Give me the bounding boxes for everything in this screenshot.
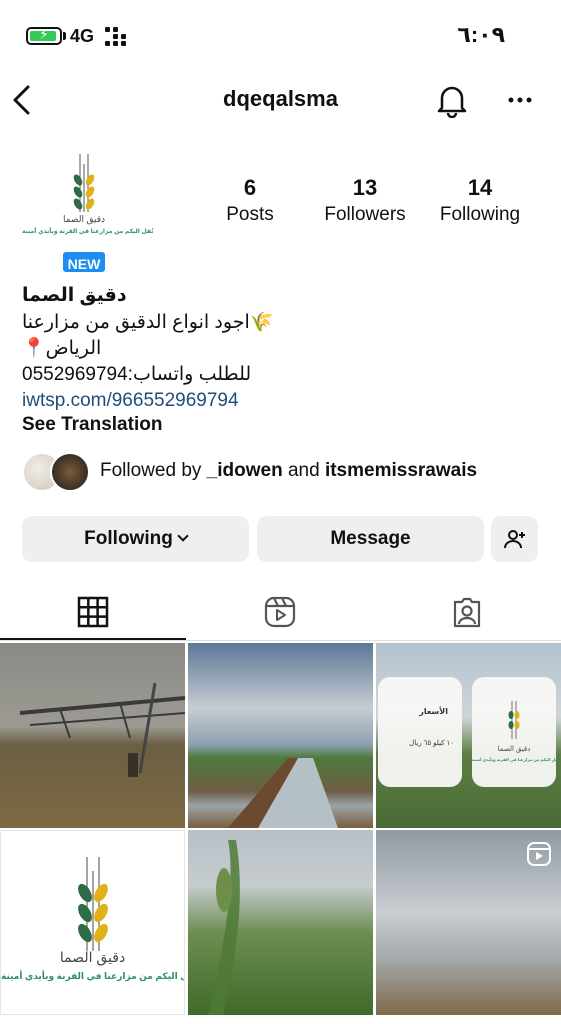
followed-by-text[interactable]: Followed by _idowen and itsmemissrawais — [100, 460, 477, 482]
followed-by-prefix: Followed by — [100, 460, 207, 481]
tab-tagged[interactable] — [374, 584, 561, 642]
bio-line: 📍الرياض — [22, 338, 102, 359]
following-button-label: Following — [84, 528, 173, 549]
stat-followers-label: Followers — [324, 204, 406, 225]
clock: ٦:٠٩ — [457, 22, 505, 47]
post-thumbnail[interactable]: دقيق الصما نُقل اليكم من مزارعنا في القر… — [0, 830, 185, 1015]
card-logo-text: دقيق الصما — [497, 746, 531, 753]
post-thumbnail[interactable] — [376, 830, 561, 1015]
followed-by-avatars[interactable] — [22, 452, 92, 492]
stat-posts-value: 6 — [243, 175, 257, 200]
bell-icon[interactable] — [434, 82, 470, 118]
chevron-down-icon — [177, 530, 189, 542]
followed-by-user[interactable]: itsmemissrawais — [325, 460, 477, 481]
display-name: دقيق الصما — [22, 285, 127, 306]
grid-icon — [77, 596, 109, 628]
divider — [0, 640, 561, 641]
tagged-person-icon — [453, 597, 481, 628]
post-thumbnail[interactable] — [188, 643, 373, 828]
stat-following[interactable]: 14 Following — [425, 174, 535, 228]
status-bar: ⚡ 4G ٦:٠٩ — [0, 0, 561, 70]
see-translation-link[interactable]: See Translation — [22, 414, 162, 436]
post-logo-text: دقيق الصما — [59, 949, 126, 965]
avatar-logo-text: دقيق الصما — [62, 214, 106, 224]
stat-followers[interactable]: 13 Followers — [310, 174, 420, 228]
followed-by-joiner: and — [282, 460, 325, 481]
network-type: 4G — [70, 26, 95, 46]
post-thumbnail[interactable] — [0, 643, 185, 828]
reels-icon — [264, 596, 296, 628]
more-options-icon[interactable] — [506, 88, 534, 112]
bio-link[interactable]: iwtsp.com/966552969794 — [22, 389, 239, 413]
message-button-label: Message — [330, 528, 411, 549]
wheat-logo-icon — [508, 701, 520, 739]
tab-reels[interactable] — [187, 584, 374, 642]
profile-avatar[interactable]: دقيق الصما نُقل اليكم من مزارعنا في القر… — [22, 150, 154, 244]
add-person-icon — [503, 530, 525, 549]
battery-tip — [63, 32, 66, 40]
followed-by-user[interactable]: _idowen — [207, 460, 283, 481]
avatar — [50, 452, 90, 492]
bio-line: للطلب واتساب:0552969794 — [22, 364, 252, 385]
profile-tabs — [0, 584, 561, 642]
canal-photo — [228, 758, 338, 828]
battery-icon: ⚡ — [26, 26, 62, 45]
profile-header: dqeqalsma — [0, 72, 561, 128]
stat-posts-label: Posts — [226, 204, 274, 225]
post-thumbnail[interactable] — [188, 830, 373, 1015]
wheat-closeup-photo — [208, 840, 240, 1015]
stat-followers-value: 13 — [352, 175, 378, 200]
card-logo-tagline: نُقل اليكم من مزارعنا في القرنة وبأيدي أ… — [472, 757, 560, 762]
stat-following-label: Following — [439, 204, 521, 225]
following-button[interactable]: Following — [22, 516, 249, 562]
logo-card: دقيق الصما نُقل اليكم من مزارعنا في القر… — [472, 677, 560, 787]
new-badge: NEW — [61, 250, 107, 274]
profile-username: dqeqalsma — [223, 86, 338, 111]
avatar-logo-tagline: نُقل اليكم من مزارعنا في القرنة وبأيدي أ… — [22, 229, 154, 235]
stat-following-value: 14 — [467, 175, 493, 200]
price-card-title: الأسعار — [419, 707, 448, 716]
price-card: الأسعار ١٠ كيلو ٦٥ ريال — [378, 677, 462, 787]
tab-posts-grid[interactable] — [0, 584, 187, 642]
suggested-users-button[interactable] — [491, 516, 538, 562]
signal-icon — [105, 27, 127, 47]
bio-line: اجود انواع الدقيق من مزارعنا🌾 — [22, 312, 274, 333]
price-card-value: ١٠ كيلو ٦٥ ريال — [409, 740, 454, 747]
irrigation-photo — [19, 682, 185, 777]
post-logo-tagline: نُقل اليكم من مزارعنا في القرنة وبأيدي أ… — [1, 971, 185, 981]
stat-posts[interactable]: 6 Posts — [195, 174, 305, 228]
reel-badge-icon — [527, 842, 551, 866]
post-thumbnail[interactable]: الأسعار ١٠ كيلو ٦٥ ريال دقيق الصما نُقل … — [376, 643, 561, 828]
message-button[interactable]: Message — [257, 516, 484, 562]
